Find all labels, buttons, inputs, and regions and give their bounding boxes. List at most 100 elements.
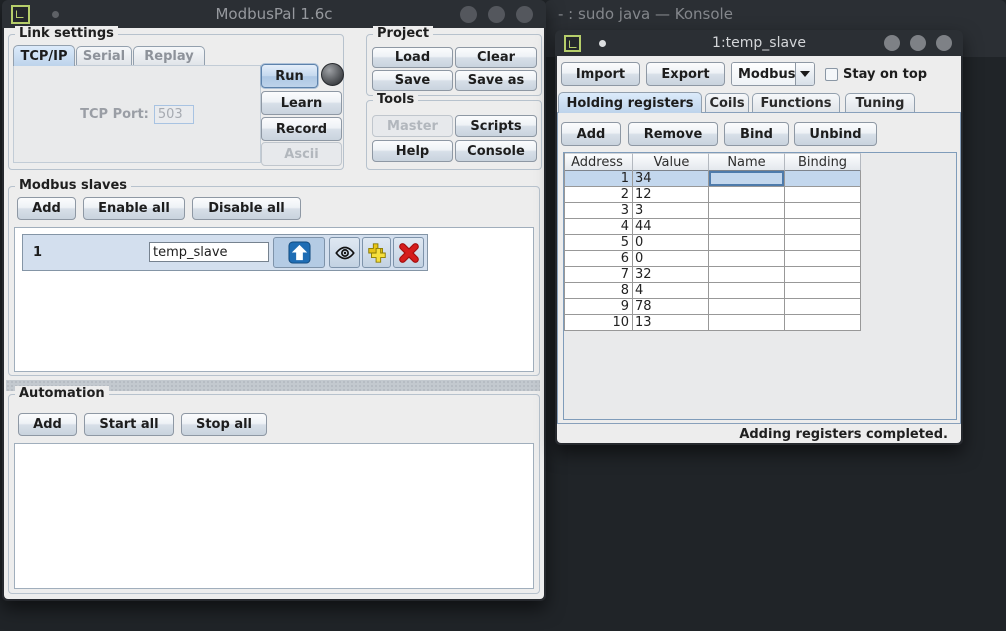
slaves-add-button[interactable]: Add <box>17 197 76 220</box>
cell-name[interactable] <box>709 219 785 235</box>
run-button[interactable]: Run <box>261 64 318 88</box>
master-button[interactable]: Master <box>372 115 453 137</box>
table-row[interactable]: 10 13 <box>565 315 861 331</box>
enable-all-button[interactable]: Enable all <box>83 197 185 220</box>
cell-value[interactable]: 13 <box>633 315 709 331</box>
cell-name[interactable] <box>709 187 785 203</box>
modbuspal-titlebar[interactable]: ModbusPal 1.6c <box>2 0 546 28</box>
cell-value[interactable]: 32 <box>633 267 709 283</box>
stay-on-top-checkbox[interactable] <box>825 68 838 81</box>
cell-binding[interactable] <box>785 187 861 203</box>
tab-serial[interactable]: Serial <box>76 46 132 66</box>
cell-address[interactable]: 7 <box>565 267 633 283</box>
cell-address[interactable]: 6 <box>565 251 633 267</box>
record-button[interactable]: Record <box>261 117 342 141</box>
table-row[interactable]: 9 78 <box>565 299 861 315</box>
cell-name[interactable] <box>709 251 785 267</box>
combobox-dropdown-button[interactable] <box>795 63 814 85</box>
cell-binding[interactable] <box>785 267 861 283</box>
tab-holding-registers[interactable]: Holding registers <box>558 92 702 113</box>
cell-binding[interactable] <box>785 299 861 315</box>
save-button[interactable]: Save <box>372 70 453 91</box>
tab-replay[interactable]: Replay <box>133 46 205 66</box>
cell-value[interactable]: 78 <box>633 299 709 315</box>
protocol-combobox[interactable]: Modbus <box>731 62 815 86</box>
cell-binding[interactable] <box>785 315 861 331</box>
register-remove-button[interactable]: Remove <box>628 122 718 146</box>
cell-value[interactable]: 44 <box>633 219 709 235</box>
delete-x-icon <box>398 242 420 264</box>
automation-add-button[interactable]: Add <box>18 413 77 436</box>
cell-binding[interactable] <box>785 203 861 219</box>
cell-binding[interactable] <box>785 171 861 187</box>
cell-address[interactable]: 2 <box>565 187 633 203</box>
stop-all-button[interactable]: Stop all <box>181 413 267 436</box>
cell-name[interactable] <box>709 299 785 315</box>
slave-view-button[interactable] <box>329 237 360 268</box>
cell-address[interactable]: 5 <box>565 235 633 251</box>
slave-add-register-button[interactable] <box>362 237 391 268</box>
header-binding[interactable]: Binding <box>785 153 861 171</box>
disable-all-button[interactable]: Disable all <box>192 197 301 220</box>
table-row[interactable]: 4 44 <box>565 219 861 235</box>
export-button[interactable]: Export <box>646 62 725 86</box>
tcp-port-field[interactable] <box>154 105 194 124</box>
tab-coils[interactable]: Coils <box>705 93 749 113</box>
slave-name-field[interactable] <box>149 242 269 262</box>
slave-row[interactable]: 1 <box>22 234 428 271</box>
cell-binding[interactable] <box>785 283 861 299</box>
cell-binding[interactable] <box>785 235 861 251</box>
register-bind-button[interactable]: Bind <box>724 122 789 146</box>
cell-value[interactable]: 12 <box>633 187 709 203</box>
save-as-button[interactable]: Save as <box>455 70 537 91</box>
cell-name[interactable] <box>709 283 785 299</box>
cell-name[interactable] <box>709 267 785 283</box>
cell-value[interactable]: 3 <box>633 203 709 219</box>
import-button[interactable]: Import <box>561 62 640 86</box>
registers-header: Address Value Name Binding <box>565 153 861 171</box>
cell-address[interactable]: 10 <box>565 315 633 331</box>
cell-address[interactable]: 3 <box>565 203 633 219</box>
load-button[interactable]: Load <box>372 47 453 68</box>
cell-address[interactable]: 9 <box>565 299 633 315</box>
clear-button[interactable]: Clear <box>455 47 537 68</box>
cell-name[interactable] <box>709 235 785 251</box>
register-add-button[interactable]: Add <box>561 122 621 146</box>
ascii-button[interactable]: Ascii <box>261 142 342 166</box>
table-row[interactable]: 3 3 <box>565 203 861 219</box>
table-row[interactable]: 6 0 <box>565 251 861 267</box>
learn-button[interactable]: Learn <box>261 91 342 115</box>
start-all-button[interactable]: Start all <box>84 413 174 436</box>
cell-address[interactable]: 4 <box>565 219 633 235</box>
cell-value[interactable]: 4 <box>633 283 709 299</box>
scripts-button[interactable]: Scripts <box>455 115 537 137</box>
tab-tcpip[interactable]: TCP/IP <box>13 45 75 66</box>
cell-value[interactable]: 34 <box>633 171 709 187</box>
cell-binding[interactable] <box>785 219 861 235</box>
table-row[interactable]: 1 34 <box>565 171 861 187</box>
cell-value[interactable]: 0 <box>633 251 709 267</box>
cell-address[interactable]: 1 <box>565 171 633 187</box>
tab-functions[interactable]: Functions <box>752 93 840 113</box>
register-unbind-button[interactable]: Unbind <box>794 122 877 146</box>
table-row[interactable]: 8 4 <box>565 283 861 299</box>
temp-slave-titlebar[interactable]: 1:temp_slave <box>555 30 963 56</box>
table-row[interactable]: 2 12 <box>565 187 861 203</box>
table-row[interactable]: 7 32 <box>565 267 861 283</box>
help-button[interactable]: Help <box>372 140 453 162</box>
table-row[interactable]: 5 0 <box>565 235 861 251</box>
cell-value[interactable]: 0 <box>633 235 709 251</box>
header-name[interactable]: Name <box>709 153 785 171</box>
slave-delete-button[interactable] <box>393 237 424 268</box>
cell-name[interactable] <box>709 315 785 331</box>
console-button[interactable]: Console <box>455 140 537 162</box>
slave-enable-toggle[interactable] <box>273 237 325 268</box>
modbuspal-window: ModbusPal 1.6c Link settings TCP/IP Seri… <box>2 0 546 601</box>
cell-name[interactable] <box>709 171 785 187</box>
tab-tuning[interactable]: Tuning <box>845 93 915 113</box>
cell-name[interactable] <box>709 203 785 219</box>
header-address[interactable]: Address <box>565 153 633 171</box>
cell-binding[interactable] <box>785 251 861 267</box>
cell-address[interactable]: 8 <box>565 283 633 299</box>
header-value[interactable]: Value <box>633 153 709 171</box>
